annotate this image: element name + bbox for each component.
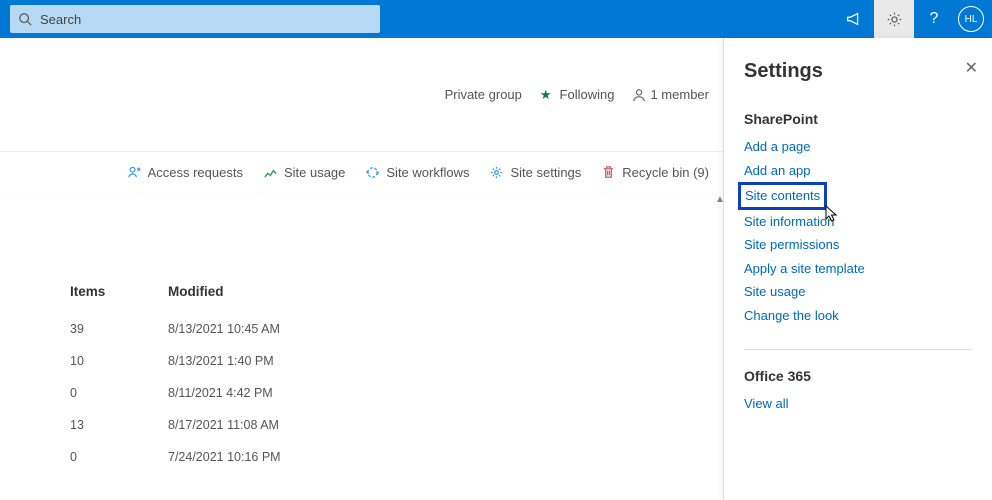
avatar-initials: HL — [965, 14, 978, 25]
header-modified[interactable]: Modified — [168, 284, 468, 299]
column-headers: Items Modified — [70, 194, 723, 313]
list-item[interactable]: 08/11/2021 4:42 PM — [70, 377, 723, 409]
site-header: Private group ★ Following 1 member — [0, 38, 723, 152]
panel-divider — [744, 349, 972, 350]
close-icon: ✕ — [965, 60, 978, 77]
search-box[interactable] — [10, 5, 380, 33]
link-site-information[interactable]: Site information — [744, 210, 972, 234]
members-label: 1 member — [650, 87, 709, 102]
link-apply-template[interactable]: Apply a site template — [744, 257, 972, 281]
cell-items: 13 — [70, 418, 168, 432]
megaphone-icon — [845, 10, 863, 28]
cell-modified: 7/24/2021 10:16 PM — [168, 450, 468, 464]
sharepoint-links: Add a page Add an app Site contents Site… — [744, 135, 972, 327]
search-icon — [18, 12, 32, 26]
trash-icon — [601, 165, 616, 180]
cmd-site-workflows[interactable]: Site workflows — [365, 165, 469, 180]
person-icon — [632, 88, 646, 102]
cmd-access-label: Access requests — [148, 165, 243, 180]
help-button[interactable]: ? — [914, 0, 954, 38]
link-add-app[interactable]: Add an app — [744, 159, 972, 183]
gear-icon — [886, 11, 903, 28]
settings-panel: ✕ Settings SharePoint Add a page Add an … — [723, 38, 992, 500]
cell-items: 0 — [70, 450, 168, 464]
top-navbar: ? HL — [0, 0, 992, 38]
cmd-site-settings[interactable]: Site settings — [489, 165, 581, 180]
office365-links: View all — [744, 392, 972, 416]
main-content: Private group ★ Following 1 member Acces… — [0, 38, 723, 500]
cell-modified: 8/17/2021 11:08 AM — [168, 418, 468, 432]
list-item[interactable]: 138/17/2021 11:08 AM — [70, 409, 723, 441]
link-add-page[interactable]: Add a page — [744, 135, 972, 159]
cmd-workflows-label: Site workflows — [386, 165, 469, 180]
cell-modified: 8/13/2021 1:40 PM — [168, 354, 468, 368]
link-site-usage[interactable]: Site usage — [744, 280, 972, 304]
settings-icon — [489, 165, 504, 180]
usage-icon — [263, 165, 278, 180]
cell-items: 0 — [70, 386, 168, 400]
panel-title: Settings — [744, 60, 972, 83]
list-item[interactable]: 398/13/2021 10:45 AM — [70, 313, 723, 345]
sharepoint-heading: SharePoint — [744, 111, 972, 127]
cmd-site-usage[interactable]: Site usage — [263, 165, 345, 180]
cmd-settings-label: Site settings — [510, 165, 581, 180]
star-icon: ★ — [540, 87, 552, 103]
members-link[interactable]: 1 member — [632, 87, 709, 102]
workflow-icon — [365, 165, 380, 180]
command-bar: Access requests Site usage Site workflow… — [0, 152, 723, 194]
link-site-permissions[interactable]: Site permissions — [744, 233, 972, 257]
list-item[interactable]: 108/13/2021 1:40 PM — [70, 345, 723, 377]
cmd-usage-label: Site usage — [284, 165, 345, 180]
cmd-recycle-label: Recycle bin (9) — [622, 165, 709, 180]
link-site-contents[interactable]: Site contents — [738, 182, 827, 210]
header-items[interactable]: Items — [70, 284, 168, 299]
list-item[interactable]: 07/24/2021 10:16 PM — [70, 441, 723, 473]
link-view-all[interactable]: View all — [744, 392, 972, 416]
cell-modified: 8/13/2021 10:45 AM — [168, 322, 468, 336]
cell-items: 10 — [70, 354, 168, 368]
cmd-access-requests[interactable]: Access requests — [127, 165, 243, 180]
cell-modified: 8/11/2021 4:42 PM — [168, 386, 468, 400]
cmd-recycle-bin[interactable]: Recycle bin (9) — [601, 165, 709, 180]
search-input[interactable] — [40, 12, 372, 27]
link-change-look[interactable]: Change the look — [744, 304, 972, 328]
office365-heading: Office 365 — [744, 368, 972, 384]
avatar[interactable]: HL — [958, 6, 984, 32]
access-icon — [127, 165, 142, 180]
settings-gear-button[interactable] — [874, 0, 914, 38]
help-icon: ? — [930, 10, 939, 28]
following-toggle[interactable]: ★ Following — [540, 87, 615, 103]
close-button[interactable]: ✕ — [965, 58, 978, 78]
cell-items: 39 — [70, 322, 168, 336]
megaphone-button[interactable] — [834, 0, 874, 38]
data-list: Items Modified 398/13/2021 10:45 AM 108/… — [0, 194, 723, 473]
group-privacy-label: Private group — [445, 87, 522, 102]
following-label: Following — [560, 87, 615, 102]
